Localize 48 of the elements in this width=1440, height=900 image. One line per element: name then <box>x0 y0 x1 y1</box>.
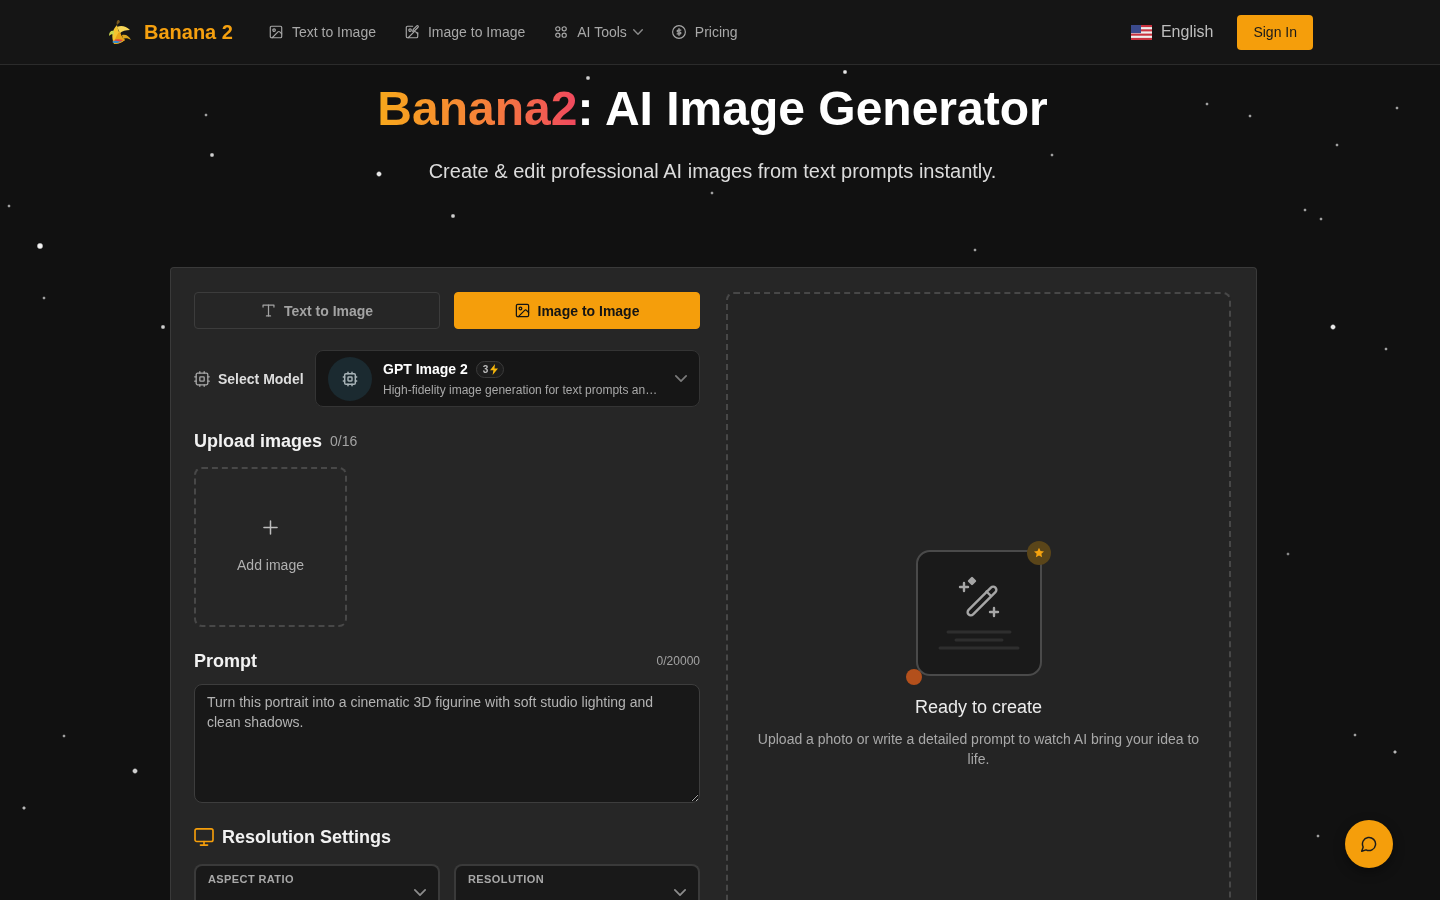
grid-icon <box>554 25 569 39</box>
monitor-icon <box>194 828 214 846</box>
select-field[interactable]: ASPECT RATIO <box>194 864 440 900</box>
flag-icon <box>1130 24 1152 40</box>
chevron-down-icon <box>674 889 686 896</box>
chevron-down-icon <box>414 889 426 896</box>
chip-icon <box>328 356 372 401</box>
section-title: Upload images <box>194 430 323 453</box>
model-description: High-fidelity image generation for text prompts an… <box>383 382 659 397</box>
image-icon <box>268 25 283 39</box>
nav-link[interactable]: Pricing <box>671 24 738 40</box>
dollar-icon <box>671 25 686 39</box>
section-title: Resolution Settings <box>222 826 391 849</box>
chevron-down-icon <box>632 27 643 37</box>
nav-link[interactable]: Image to Image <box>405 24 526 40</box>
prompt-field[interactable]: Turn this portrait into a cinematic 3D figurine with soft studio lighting and clean shadows. <box>194 684 700 803</box>
image-edit-icon <box>405 25 419 39</box>
mode-tab[interactable]: Text to Image <box>194 292 440 329</box>
nav-link[interactable]: Text to Image <box>268 24 376 40</box>
banana-icon <box>108 19 132 45</box>
model-select[interactable]: GPT Image 2 3 High-fidelity image generation for text prompts an… <box>315 350 700 407</box>
preview-description: Upload a photo or write a detailed prompt to watch AI bring your idea to life. <box>756 730 1201 769</box>
accent-dot-icon <box>905 669 922 685</box>
mode-tab[interactable]: Image to Image <box>454 292 700 329</box>
image-icon <box>514 303 530 318</box>
chevron-down-icon <box>675 375 687 382</box>
page-subtitle: Create & edit professional AI images from text prompts instantly. <box>428 159 997 184</box>
logo-link[interactable]: Banana 2 <box>108 19 233 45</box>
chat-button[interactable] <box>1345 820 1393 868</box>
text-icon <box>260 303 276 318</box>
nav-link[interactable]: AI Tools <box>554 24 643 40</box>
plus-icon <box>263 519 278 535</box>
upload-counter: 0/16 <box>330 433 358 449</box>
add-image-button[interactable]: Add image <box>194 467 347 627</box>
page-title: Banana2: AI Image Generator <box>377 81 1048 137</box>
magic-wand-icon <box>956 576 1001 620</box>
sign-in-button[interactable]: Sign In <box>1237 14 1313 50</box>
language-button[interactable]: English <box>1130 23 1214 41</box>
character-counter: 0/20000 <box>656 654 700 668</box>
section-title: Prompt <box>194 650 257 673</box>
model-name: GPT Image 2 <box>383 361 468 377</box>
credit-count: 3 <box>482 363 489 375</box>
select-field[interactable]: RESOLUTION <box>454 864 700 900</box>
chip-icon <box>194 370 210 387</box>
lightning-icon <box>490 363 499 375</box>
chat-icon <box>1361 836 1377 852</box>
field-label: Select Model <box>218 370 304 387</box>
preview-title: Ready to create <box>914 696 1043 719</box>
